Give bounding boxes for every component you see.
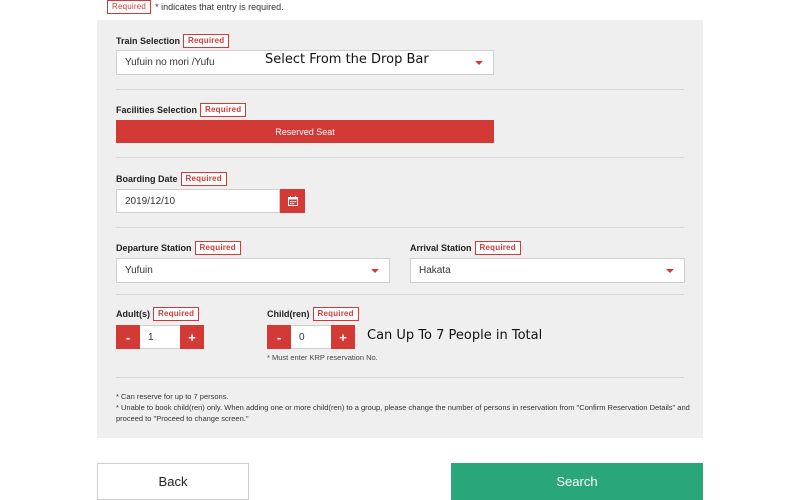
chevron-down-icon — [371, 268, 379, 273]
arrival-station-value: Hakata — [419, 265, 451, 276]
train-select-hint: Select From the Drop Bar — [265, 52, 429, 67]
note-item: * Can reserve for up to 7 persons. — [116, 392, 229, 401]
required-badge: Required — [183, 34, 230, 48]
departure-station-select[interactable]: Yufuin — [116, 258, 390, 283]
chevron-down-icon — [475, 60, 483, 65]
required-legend: Required * indicates that entry is requi… — [107, 0, 284, 14]
chevron-down-icon — [666, 268, 674, 273]
required-badge: Required — [474, 241, 521, 255]
adults-count-input[interactable]: 1 — [140, 325, 180, 349]
reserved-seat-button[interactable]: Reserved Seat — [116, 120, 494, 143]
adults-increment-button[interactable]: + — [180, 325, 204, 349]
adults-label-text: Adult(s) — [116, 309, 150, 319]
divider — [116, 294, 684, 295]
departure-station-label: Departure Station Required — [116, 241, 241, 255]
train-select-value: Yufuin no mori /Yufu — [125, 57, 215, 68]
children-decrement-button[interactable]: - — [267, 325, 291, 349]
boarding-date-label-text: Boarding Date — [116, 174, 178, 184]
note-item: * Unable to book child(ren) only. When a… — [116, 403, 690, 423]
required-legend-text: * indicates that entry is required. — [155, 2, 284, 12]
calendar-button[interactable] — [280, 189, 305, 213]
required-badge: Required — [200, 103, 247, 117]
boarding-date-input[interactable]: 2019/12/10 — [116, 189, 280, 213]
adults-decrement-button[interactable]: - — [116, 325, 140, 349]
train-selection-label-text: Train Selection — [116, 36, 181, 46]
arrival-station-select[interactable]: Hakata — [410, 258, 685, 283]
divider — [116, 227, 684, 228]
required-badge: Required — [153, 307, 200, 321]
people-limit-hint: Can Up To 7 People in Total — [367, 328, 543, 343]
facilities-selection-label: Facilities Selection Required — [116, 103, 247, 117]
boarding-date-label: Boarding Date Required — [116, 172, 227, 186]
children-label-text: Child(ren) — [267, 309, 310, 319]
departure-station-value: Yufuin — [125, 265, 153, 276]
facilities-selection-label-text: Facilities Selection — [116, 105, 198, 115]
search-button[interactable]: Search — [451, 463, 703, 500]
required-badge: Required — [312, 307, 359, 321]
reservation-notes: * Can reserve for up to 7 persons. * Una… — [116, 391, 696, 424]
train-selection-label: Train Selection Required — [116, 34, 230, 48]
arrival-station-label-text: Arrival Station — [410, 243, 472, 253]
departure-station-label-text: Departure Station — [116, 243, 192, 253]
calendar-icon — [287, 196, 298, 206]
required-badge: Required — [194, 241, 241, 255]
krp-reservation-note: * Must enter KRP reservation No. — [267, 353, 378, 362]
divider — [116, 157, 684, 158]
children-count-input[interactable]: 0 — [291, 325, 331, 349]
required-badge: Required — [107, 0, 152, 14]
divider — [116, 377, 684, 378]
children-label: Child(ren) Required — [267, 307, 359, 321]
arrival-station-label: Arrival Station Required — [410, 241, 521, 255]
reservation-form-panel — [97, 20, 703, 438]
required-badge: Required — [180, 172, 227, 186]
back-button[interactable]: Back — [97, 463, 249, 500]
divider — [116, 89, 684, 90]
children-increment-button[interactable]: + — [331, 325, 355, 349]
adults-label: Adult(s) Required — [116, 307, 200, 321]
